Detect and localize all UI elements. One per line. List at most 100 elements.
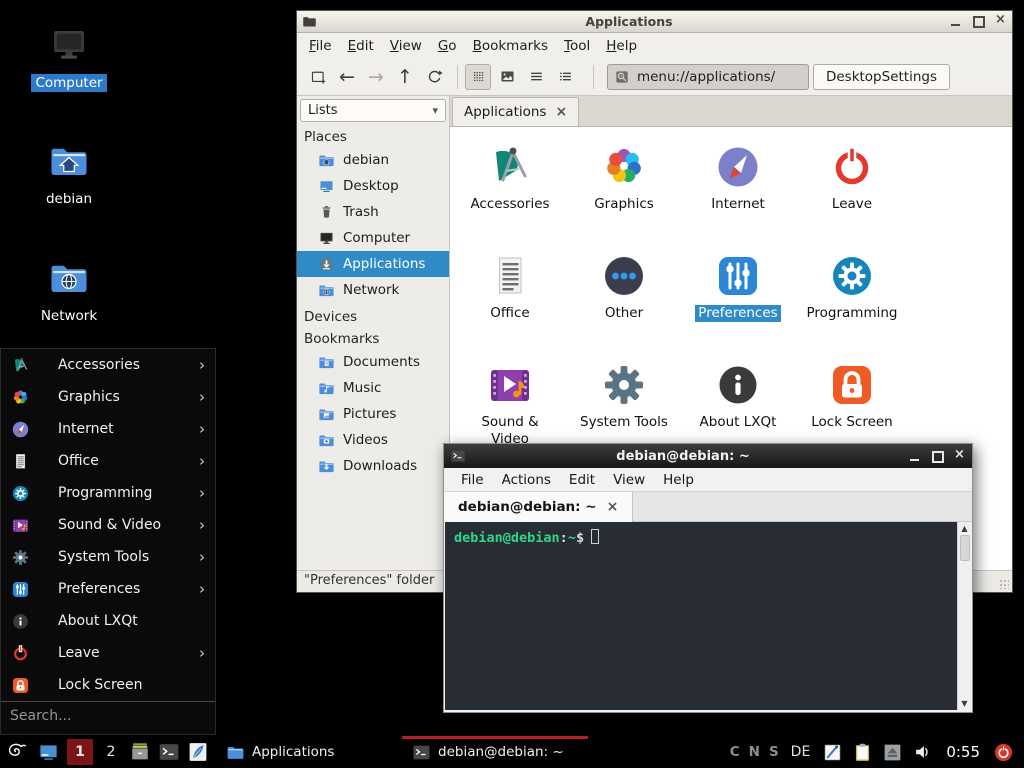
new-tab-button[interactable] [305,64,331,90]
desktop-settings-button[interactable]: DesktopSettings [813,64,950,90]
forward-button[interactable]: → [363,64,389,90]
up-button[interactable]: ↑ [392,64,418,90]
fm-tab-applications[interactable]: Applications [452,97,579,126]
fm-menu-tool[interactable]: Tool [556,38,598,54]
maximize-button[interactable] [970,15,985,28]
sidebar-item-debian[interactable]: debian [297,147,449,173]
back-button[interactable]: ← [334,64,360,90]
minimize-button[interactable] [907,450,922,463]
sidebar-item-downloads[interactable]: Downloads [297,453,449,479]
task-button-applications[interactable]: Applications [216,736,402,768]
app-icon-accessories[interactable]: Accessories [453,134,567,243]
terminal-menu-file[interactable]: File [452,472,493,488]
prompt-path: ~ [568,530,576,546]
menu-item-accessories[interactable]: Accessories [1,349,215,381]
app-icon-office[interactable]: Office [453,243,567,352]
sidebar-item-documents[interactable]: Documents [297,349,449,375]
app-icon-internet[interactable]: Internet [681,134,795,243]
minimize-button[interactable] [948,15,963,28]
start-menu-button[interactable] [5,740,30,765]
file-manager-icon [129,741,151,763]
sidebar-item-label: debian [343,152,389,168]
app-icon-other[interactable]: Other [567,243,681,352]
app-icon-programming[interactable]: Programming [795,243,909,352]
fm-menu-edit[interactable]: Edit [340,38,382,54]
app-icon-graphics[interactable]: Graphics [567,134,681,243]
screenshot-tray-icon[interactable] [822,742,843,763]
reload-button[interactable] [421,64,447,90]
app-icon-leave[interactable]: Leave [795,134,909,243]
menu-item-system-tools[interactable]: System Tools [1,541,215,573]
close-button[interactable] [951,450,966,463]
tab-close-icon[interactable] [607,499,619,515]
scroll-down-icon[interactable]: ▼ [961,697,967,710]
leave-button[interactable] [992,741,1015,764]
terminal-titlebar[interactable]: debian@debian: ~ [444,444,972,468]
fm-menu-bookmarks[interactable]: Bookmarks [465,38,556,54]
scrollbar-thumb[interactable] [960,535,970,561]
desktop-icon-computer[interactable]: Computer [21,24,117,92]
terminal-tab[interactable]: debian@debian: ~ [444,492,633,522]
menu-item-preferences[interactable]: Preferences [1,573,215,605]
menu-item-internet[interactable]: Internet [1,413,215,445]
volume-tray-icon[interactable] [912,741,934,763]
resize-grip[interactable] [999,579,1009,589]
prompt-colon: : [560,530,568,546]
tab-close-icon[interactable] [555,104,567,120]
terminal-scrollbar[interactable]: ▲ ▼ [957,522,971,710]
clipboard-tray-icon[interactable] [852,742,873,763]
sidebar-item-applications[interactable]: Applications [297,251,449,277]
icon-view-button[interactable] [465,64,491,90]
thumbnail-view-button[interactable] [494,64,520,90]
quicklaunch-file-manager[interactable] [129,741,151,763]
menu-item-office[interactable]: Office [1,445,215,477]
menu-item-graphics[interactable]: Graphics [1,381,215,413]
terminal-screen[interactable]: debian@debian:~$ ▲ ▼ [445,522,971,710]
sidebar-item-desktop[interactable]: Desktop [297,173,449,199]
menu-item-about-lxqt[interactable]: About LXQt [1,605,215,637]
fm-menu-file[interactable]: File [301,38,340,54]
quicklaunch-terminal[interactable] [158,741,180,763]
show-desktop-button[interactable] [37,741,60,764]
sidebar-item-computer[interactable]: Computer [297,225,449,251]
app-icon-label: Preferences [695,305,780,322]
menu-item-leave[interactable]: Leave [1,637,215,669]
sidebar-mode-combo[interactable]: Lists [300,99,446,122]
desktop-icon-debian[interactable]: debian [21,140,117,208]
terminal-menu-edit[interactable]: Edit [560,472,604,488]
sidebar-item-videos[interactable]: Videos [297,427,449,453]
sidebar-item-trash[interactable]: Trash [297,199,449,225]
address-bar[interactable]: menu://applications/ [607,64,809,90]
menu-item-programming[interactable]: Programming [1,477,215,509]
task-button-terminal[interactable]: debian@debian: ~ [402,736,588,768]
fm-menu-go[interactable]: Go [430,38,465,54]
maximize-button[interactable] [929,450,944,463]
terminal-menu-help[interactable]: Help [654,472,703,488]
desktop-icon-network[interactable]: Network [21,257,117,325]
fm-menu-view[interactable]: View [382,38,430,54]
workspace-2-button[interactable]: 2 [98,739,124,765]
clock[interactable]: 0:55 [946,743,980,761]
sidebar-item-pictures[interactable]: Pictures [297,401,449,427]
app-icon-preferences[interactable]: Preferences [681,243,795,352]
menu-item-lock-screen[interactable]: Lock Screen [1,669,215,701]
fm-menu-help[interactable]: Help [598,38,645,54]
lock-icon [11,676,30,695]
detailed-view-button[interactable] [552,64,578,90]
menu-item-label: System Tools [58,549,149,565]
sidebar-item-music[interactable]: Music [297,375,449,401]
terminal-menu-view[interactable]: View [604,472,654,488]
compact-view-button[interactable] [523,64,549,90]
quicklaunch-featherpad[interactable] [187,741,209,763]
fm-titlebar[interactable]: Applications [297,11,1012,33]
terminal-menu-actions[interactable]: Actions [493,472,560,488]
sidebar-item-network[interactable]: Network [297,277,449,303]
removable-media-tray-icon[interactable] [882,742,903,763]
scroll-up-icon[interactable]: ▲ [961,522,967,535]
workspace-1-button[interactable]: 1 [67,739,93,765]
menu-item-label: Sound & Video [58,517,161,533]
menu-item-sound-video[interactable]: Sound & Video [1,509,215,541]
menu-search-input[interactable]: Search... [1,701,215,730]
close-button[interactable] [992,15,1007,28]
keyboard-layout-indicator[interactable]: DE [791,744,811,760]
